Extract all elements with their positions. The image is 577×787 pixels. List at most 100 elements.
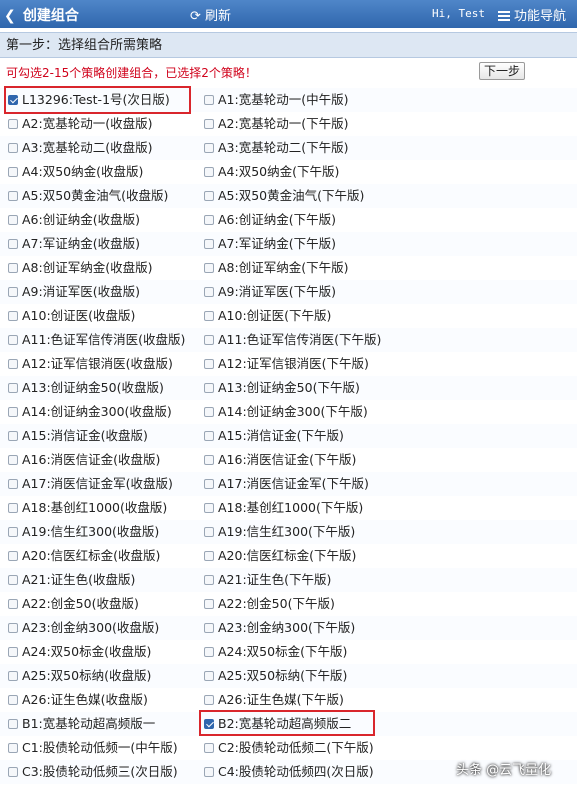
strategy-option[interactable]: A2:宽基轮动一(下午版) xyxy=(204,112,348,136)
strategy-option[interactable]: A6:创证纳金(下午版) xyxy=(204,208,336,232)
checkbox[interactable] xyxy=(204,599,214,609)
strategy-option[interactable]: A20:信医红标金(下午版) xyxy=(204,544,356,568)
strategy-option[interactable]: A16:消医信证金(下午版) xyxy=(204,448,356,472)
strategy-option[interactable]: A14:创证纳金300(下午版) xyxy=(204,400,368,424)
checkbox[interactable] xyxy=(204,143,214,153)
strategy-option[interactable]: A18:基创红1000(收盘版) xyxy=(8,496,167,520)
checkbox[interactable] xyxy=(8,119,18,129)
checkbox[interactable] xyxy=(204,551,214,561)
strategy-option[interactable]: C1:股债轮动低频一(中午版) xyxy=(8,736,178,760)
checkbox[interactable] xyxy=(204,743,214,753)
checkbox[interactable] xyxy=(204,239,214,249)
checkbox[interactable] xyxy=(8,383,18,393)
strategy-option[interactable]: A8:创证军纳金(收盘版) xyxy=(8,256,152,280)
strategy-option[interactable]: A19:信生红300(下午版) xyxy=(204,520,355,544)
checkbox[interactable] xyxy=(8,647,18,657)
checkbox[interactable] xyxy=(204,359,214,369)
strategy-option[interactable]: A23:创金纳300(下午版) xyxy=(204,616,355,640)
strategy-option[interactable]: A9:消证军医(收盘版) xyxy=(8,280,140,304)
strategy-option[interactable]: A17:消医信证金军(收盘版) xyxy=(8,472,173,496)
strategy-option[interactable]: A13:创证纳金50(收盘版) xyxy=(8,376,164,400)
strategy-option[interactable]: A14:创证纳金300(收盘版) xyxy=(8,400,172,424)
strategy-option[interactable]: L13296:Test-1号(次日版) xyxy=(8,88,170,112)
checkbox-checked[interactable] xyxy=(204,719,214,729)
strategy-option[interactable]: A13:创证纳金50(下午版) xyxy=(204,376,360,400)
checkbox[interactable] xyxy=(204,695,214,705)
strategy-option[interactable]: A2:宽基轮动一(收盘版) xyxy=(8,112,152,136)
strategy-option[interactable]: A24:双50标金(下午版) xyxy=(204,640,347,664)
checkbox[interactable] xyxy=(8,431,18,441)
strategy-option[interactable]: A25:双50标纳(下午版) xyxy=(204,664,347,688)
checkbox[interactable] xyxy=(204,383,214,393)
checkbox[interactable] xyxy=(204,215,214,225)
checkbox[interactable] xyxy=(204,671,214,681)
checkbox[interactable] xyxy=(8,767,18,777)
checkbox[interactable] xyxy=(204,407,214,417)
strategy-option[interactable]: A12:证军信银消医(收盘版) xyxy=(8,352,173,376)
checkbox[interactable] xyxy=(204,767,214,777)
checkbox[interactable] xyxy=(204,623,214,633)
checkbox[interactable] xyxy=(8,719,18,729)
strategy-option[interactable]: A22:创金50(下午版) xyxy=(204,592,335,616)
strategy-option[interactable]: A16:消医信证金(收盘版) xyxy=(8,448,160,472)
strategy-option[interactable]: A10:创证医(收盘版) xyxy=(8,304,135,328)
strategy-option[interactable]: C3:股债轮动低频三(次日版) xyxy=(8,760,178,784)
checkbox[interactable] xyxy=(204,287,214,297)
refresh-button[interactable]: ⟳ 刷新 xyxy=(190,5,231,24)
strategy-option[interactable]: A7:军证纳金(收盘版) xyxy=(8,232,140,256)
checkbox[interactable] xyxy=(8,191,18,201)
checkbox[interactable] xyxy=(204,455,214,465)
strategy-option[interactable]: A8:创证军纳金(下午版) xyxy=(204,256,348,280)
strategy-option[interactable]: C2:股债轮动低频二(下午版) xyxy=(204,736,374,760)
checkbox[interactable] xyxy=(204,95,214,105)
strategy-option[interactable]: B2:宽基轮动超高频版二 xyxy=(204,712,351,736)
checkbox[interactable] xyxy=(8,695,18,705)
checkbox-checked[interactable] xyxy=(8,95,18,105)
strategy-option[interactable]: B1:宽基轮动超高频版一 xyxy=(8,712,155,736)
checkbox[interactable] xyxy=(8,575,18,585)
strategy-option[interactable]: A23:创金纳300(收盘版) xyxy=(8,616,159,640)
strategy-option[interactable]: A6:创证纳金(收盘版) xyxy=(8,208,140,232)
checkbox[interactable] xyxy=(8,143,18,153)
checkbox[interactable] xyxy=(8,623,18,633)
strategy-option[interactable]: A5:双50黄金油气(收盘版) xyxy=(8,184,168,208)
strategy-option[interactable]: A18:基创红1000(下午版) xyxy=(204,496,363,520)
checkbox[interactable] xyxy=(8,455,18,465)
strategy-option[interactable]: A25:双50标纳(收盘版) xyxy=(8,664,151,688)
checkbox[interactable] xyxy=(204,503,214,513)
checkbox[interactable] xyxy=(8,263,18,273)
checkbox[interactable] xyxy=(8,407,18,417)
strategy-option[interactable]: A4:双50纳金(收盘版) xyxy=(8,160,143,184)
checkbox[interactable] xyxy=(204,575,214,585)
checkbox[interactable] xyxy=(204,527,214,537)
checkbox[interactable] xyxy=(8,287,18,297)
strategy-option[interactable]: A19:信生红300(收盘版) xyxy=(8,520,159,544)
checkbox[interactable] xyxy=(8,551,18,561)
checkbox[interactable] xyxy=(8,527,18,537)
checkbox[interactable] xyxy=(204,335,214,345)
checkbox[interactable] xyxy=(8,335,18,345)
strategy-option[interactable]: A21:证生色(下午版) xyxy=(204,568,331,592)
strategy-option[interactable]: A24:双50标金(收盘版) xyxy=(8,640,151,664)
strategy-option[interactable]: A5:双50黄金油气(下午版) xyxy=(204,184,364,208)
strategy-option[interactable]: A20:信医红标金(收盘版) xyxy=(8,544,160,568)
checkbox[interactable] xyxy=(8,599,18,609)
back-button[interactable]: ❮ 创建组合 xyxy=(4,5,79,25)
checkbox[interactable] xyxy=(8,671,18,681)
strategy-option[interactable]: A3:宽基轮动二(下午版) xyxy=(204,136,348,160)
checkbox[interactable] xyxy=(204,431,214,441)
strategy-option[interactable]: A17:消医信证金军(下午版) xyxy=(204,472,369,496)
checkbox[interactable] xyxy=(8,359,18,369)
checkbox[interactable] xyxy=(204,191,214,201)
strategy-option[interactable]: A9:消证军医(下午版) xyxy=(204,280,336,304)
strategy-option[interactable]: A11:色证军信传消医(收盘版) xyxy=(8,328,185,352)
strategy-option[interactable]: A26:证生色媒(收盘版) xyxy=(8,688,148,712)
checkbox[interactable] xyxy=(8,215,18,225)
strategy-option[interactable]: A15:消信证金(收盘版) xyxy=(8,424,148,448)
checkbox[interactable] xyxy=(204,311,214,321)
checkbox[interactable] xyxy=(8,503,18,513)
function-nav-button[interactable]: 功能导航 xyxy=(498,5,566,24)
strategy-option[interactable]: A26:证生色媒(下午版) xyxy=(204,688,344,712)
checkbox[interactable] xyxy=(8,743,18,753)
strategy-option[interactable]: A10:创证医(下午版) xyxy=(204,304,331,328)
